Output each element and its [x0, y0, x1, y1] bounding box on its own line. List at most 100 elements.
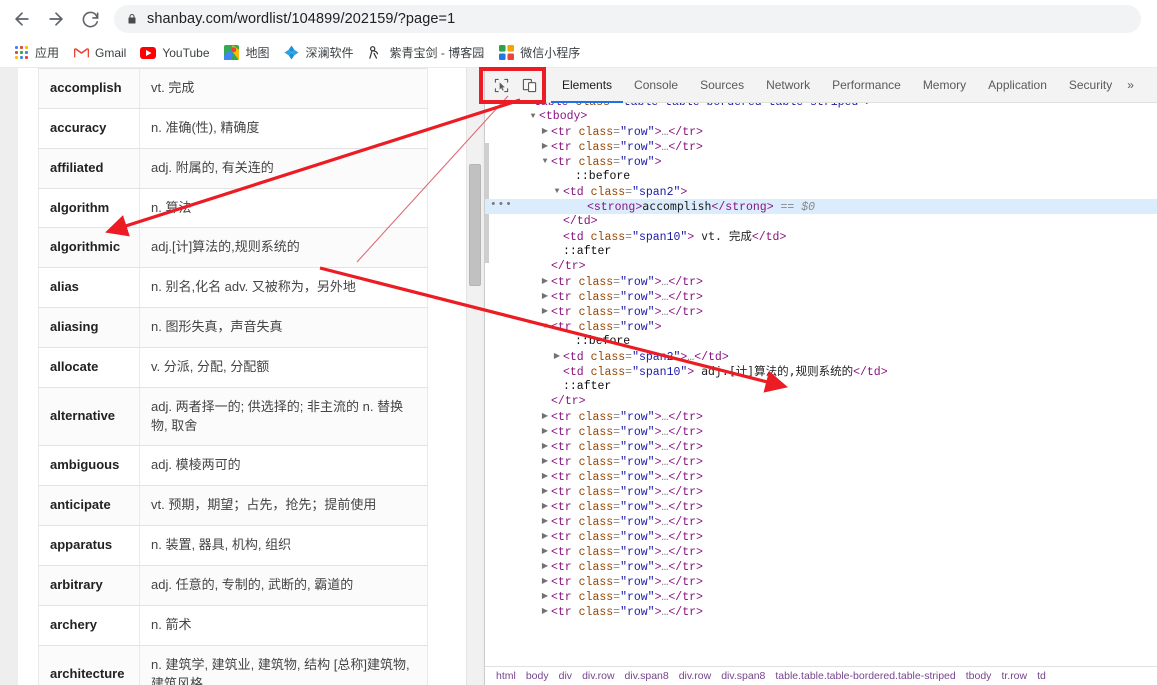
wordlist-row[interactable]: aliasing n. 图形失真，声音失真	[38, 307, 428, 348]
devtools-tree-node[interactable]: ▶ <tr class="row">…</tr>	[485, 544, 1157, 559]
wordlist-row[interactable]: allocate v. 分派, 分配, 分配额	[38, 346, 428, 388]
wordlist-row[interactable]: alternative adj. 两者择一的; 供选择的; 非主流的 n. 替换物…	[38, 386, 428, 447]
bookmark-maps[interactable]: 地图	[217, 41, 277, 65]
devtools-tree-node[interactable]: <td class="span10"> vt. 完成</td>	[485, 229, 1157, 244]
twisty-collapsed-icon[interactable]: ▶	[540, 454, 550, 469]
twisty-collapsed-icon[interactable]: ▶	[540, 439, 550, 454]
breadcrumb-item[interactable]: td	[1032, 670, 1051, 682]
reload-icon[interactable]	[76, 5, 104, 33]
devtools-tree-node[interactable]: ▼ <tr class="row">	[485, 319, 1157, 334]
twisty-collapsed-icon[interactable]: ▶	[540, 274, 550, 289]
wordlist-row[interactable]: algorithmic adj.[计]算法的,规则系统的	[38, 227, 428, 269]
devtools-breadcrumb[interactable]: html body div div.row div.span8 div.row div.sp…	[485, 666, 1157, 685]
twisty-expanded-icon[interactable]: ▼	[540, 319, 550, 334]
bookmark-cnblogs[interactable]: 紫青宝剑 - 博客园	[361, 41, 492, 65]
wordlist-row[interactable]: arbitrary adj. 任意的, 专制的, 武断的, 霸道的	[38, 564, 428, 606]
devtools-tree-node[interactable]: ▶ <tr class="row">…</tr>	[485, 499, 1157, 514]
wordlist-row[interactable]: accuracy n. 准确(性), 精确度	[38, 107, 428, 149]
wordlist-row[interactable]: algorithm n. 算法	[38, 187, 428, 229]
bookmark-apps[interactable]: 应用	[6, 41, 66, 65]
wordlist-row[interactable]: accomplish vt. 完成	[38, 68, 428, 109]
twisty-collapsed-icon[interactable]: ▶	[540, 124, 550, 139]
twisty-expanded-icon[interactable]: ▼	[540, 154, 550, 169]
devtools-tree-node[interactable]: ▶ <tr class="row">…</tr>	[485, 559, 1157, 574]
devtools-tree-node[interactable]: ▶ <td class="span2">…</td>	[485, 349, 1157, 364]
devtools-elements-tree[interactable]: ▼<table class="table table-bordered tabl…	[485, 103, 1157, 666]
breadcrumb-item[interactable]: table.table.table-bordered.table-striped	[770, 670, 960, 682]
breadcrumb-item[interactable]: div.span8	[716, 670, 770, 682]
twisty-collapsed-icon[interactable]: ▶	[540, 304, 550, 319]
devtools-tree-node[interactable]: ▼ <td class="span2">	[485, 184, 1157, 199]
twisty-collapsed-icon[interactable]: ▶	[540, 559, 550, 574]
twisty-collapsed-icon[interactable]: ▶	[540, 499, 550, 514]
bookmark-youtube[interactable]: YouTube	[133, 41, 216, 65]
twisty-collapsed-icon[interactable]: ▶	[540, 589, 550, 604]
devtools-tree-node[interactable]: ▶ <tr class="row">…</tr>	[485, 469, 1157, 484]
wordlist-row[interactable]: apparatus n. 装置, 器具, 机构, 组织	[38, 525, 428, 566]
breadcrumb-item[interactable]: div	[554, 670, 577, 682]
wordlist-row[interactable]: architecture n. 建筑学, 建筑业, 建筑物, 结构 [总称]建筑物…	[38, 644, 428, 685]
devtools-tab-elements[interactable]: Elements	[551, 68, 623, 103]
breadcrumb-item[interactable]: div.span8	[620, 670, 674, 682]
devtools-tree-node[interactable]: ::before	[485, 334, 1157, 349]
devtools-tab-sources[interactable]: Sources	[689, 68, 755, 103]
back-arrow-icon[interactable]	[8, 5, 36, 33]
devtools-tab-performance[interactable]: Performance	[821, 68, 912, 103]
devtools-tab-overflow-icon[interactable]: »	[1123, 78, 1134, 92]
devtools-tree-node[interactable]: ▶ <tr class="row">…</tr>	[485, 604, 1157, 619]
breadcrumb-item[interactable]: div.row	[674, 670, 716, 682]
bookmark-shenlan[interactable]: 深澜软件	[277, 41, 361, 65]
devtools-tree-node[interactable]: </tr>	[485, 259, 1157, 274]
devtools-tree-node[interactable]: ▶ <tr class="row">…</tr>	[485, 484, 1157, 499]
twisty-collapsed-icon[interactable]: ▶	[540, 529, 550, 544]
address-bar[interactable]: shanbay.com/wordlist/104899/202159/?page…	[114, 5, 1141, 33]
wordlist-row[interactable]: ambiguous adj. 模棱两可的	[38, 445, 428, 487]
bookmark-gmail[interactable]: Gmail	[66, 41, 133, 65]
wordlist-row[interactable]: archery n. 箭术	[38, 604, 428, 646]
devtools-tree-node[interactable]: ::after	[485, 244, 1157, 259]
devtools-tree-node[interactable]: ▶ <tr class="row">…</tr>	[485, 409, 1157, 424]
devtools-tab-network[interactable]: Network	[755, 68, 821, 103]
devtools-tree-node[interactable]: ▶ <tr class="row">…</tr>	[485, 589, 1157, 604]
devtools-tree-node[interactable]: ▶ <tr class="row">…</tr>	[485, 304, 1157, 319]
devtools-tab-memory[interactable]: Memory	[912, 68, 977, 103]
wordlist-row[interactable]: anticipate vt. 预期，期望；占先，抢先；提前使用	[38, 485, 428, 527]
devtools-tree-node[interactable]: ▶ <tr class="row">…</tr>	[485, 574, 1157, 589]
devtools-tree-node[interactable]: ▶ <tr class="row">…</tr>	[485, 139, 1157, 154]
twisty-collapsed-icon[interactable]: ▶	[540, 289, 550, 304]
devtools-tree-node[interactable]: ▼ <tr class="row">	[485, 154, 1157, 169]
twisty-collapsed-icon[interactable]: ▶	[540, 409, 550, 424]
devtools-tree-node[interactable]: ▶ <tr class="row">…</tr>	[485, 124, 1157, 139]
page-scrollbar-thumb[interactable]	[469, 164, 481, 286]
devtools-tree-node[interactable]: ▶ <tr class="row">…</tr>	[485, 289, 1157, 304]
forward-arrow-icon[interactable]	[42, 5, 70, 33]
breadcrumb-item[interactable]: tbody	[961, 670, 997, 682]
page-vertical-scrollbar[interactable]	[466, 68, 482, 685]
twisty-collapsed-icon[interactable]: ▶	[552, 349, 562, 364]
twisty-expanded-icon[interactable]: ▼	[552, 184, 562, 199]
devtools-tree-node[interactable]: ▶ <tr class="row">…</tr>	[485, 424, 1157, 439]
devtools-tree-node[interactable]: ▼ <tbody>	[485, 109, 1157, 124]
devtools-tree-node[interactable]: ::before	[485, 169, 1157, 184]
breadcrumb-item[interactable]: div.row	[577, 670, 619, 682]
twisty-collapsed-icon[interactable]: ▶	[540, 484, 550, 499]
breadcrumb-item[interactable]: tr.row	[996, 670, 1032, 682]
devtools-tree-node[interactable]: ::after	[485, 379, 1157, 394]
devtools-tree-node-selected[interactable]: ••• <strong>accomplish</strong> == $0	[485, 199, 1157, 214]
devtools-tab-console[interactable]: Console	[623, 68, 689, 103]
devtools-tree-node[interactable]: ▶ <tr class="row">…</tr>	[485, 529, 1157, 544]
devtools-tree-node[interactable]: ▶ <tr class="row">…</tr>	[485, 274, 1157, 289]
twisty-collapsed-icon[interactable]: ▶	[540, 544, 550, 559]
twisty-expanded-icon[interactable]: ▼	[528, 109, 538, 124]
breadcrumb-item[interactable]: body	[521, 670, 554, 682]
twisty-collapsed-icon[interactable]: ▶	[540, 574, 550, 589]
bookmark-wechat-miniprogram[interactable]: 微信小程序	[491, 41, 587, 65]
devtools-tree-node[interactable]: </tr>	[485, 394, 1157, 409]
breadcrumb-item[interactable]: html	[491, 670, 521, 682]
twisty-collapsed-icon[interactable]: ▶	[540, 514, 550, 529]
devtools-tab-security[interactable]: Security	[1058, 68, 1123, 103]
devtools-tree-node[interactable]: <td class="span10"> adj.[计]算法的,规则系统的</td…	[485, 364, 1157, 379]
twisty-collapsed-icon[interactable]: ▶	[540, 469, 550, 484]
devtools-tree-node[interactable]: ▶ <tr class="row">…</tr>	[485, 439, 1157, 454]
devtools-tab-application[interactable]: Application	[977, 68, 1058, 103]
